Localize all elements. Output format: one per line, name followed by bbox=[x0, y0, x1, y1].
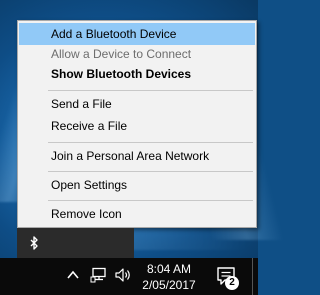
notification-count-badge: 2 bbox=[225, 276, 239, 290]
network-icon[interactable] bbox=[90, 267, 108, 283]
taskbar-clock[interactable]: 8:04 AM 2/05/2017 bbox=[138, 261, 200, 293]
menu-separator bbox=[48, 90, 253, 91]
bluetooth-context-menu: Add a Bluetooth Device Allow a Device to… bbox=[17, 20, 257, 228]
tray-overflow-flyout bbox=[17, 228, 134, 258]
menu-item-allow-device-to-connect: Allow a Device to Connect bbox=[51, 47, 192, 61]
show-desktop-button[interactable] bbox=[252, 258, 253, 295]
menu-item-send-a-file[interactable]: Send a File bbox=[19, 93, 255, 115]
menu-separator bbox=[48, 200, 253, 201]
clock-date: 2/05/2017 bbox=[142, 278, 196, 292]
menu-item-add-bluetooth-device[interactable]: Add a Bluetooth Device bbox=[19, 23, 255, 45]
menu-item-open-settings[interactable]: Open Settings bbox=[19, 174, 255, 196]
menu-item-receive-a-file[interactable]: Receive a File bbox=[19, 115, 255, 137]
chevron-up-icon[interactable] bbox=[66, 268, 80, 282]
menu-item-remove-icon[interactable]: Remove Icon bbox=[19, 203, 255, 225]
taskbar: 8:04 AM 2/05/2017 2 bbox=[0, 258, 258, 295]
menu-separator bbox=[48, 171, 253, 172]
menu-item-join-personal-area-network[interactable]: Join a Personal Area Network bbox=[19, 145, 255, 167]
volume-icon[interactable] bbox=[114, 267, 132, 283]
menu-item-show-bluetooth-devices[interactable]: Show Bluetooth Devices bbox=[19, 63, 255, 85]
menu-separator bbox=[48, 142, 253, 143]
bluetooth-icon[interactable] bbox=[29, 236, 39, 250]
clock-time: 8:04 AM bbox=[146, 262, 192, 276]
